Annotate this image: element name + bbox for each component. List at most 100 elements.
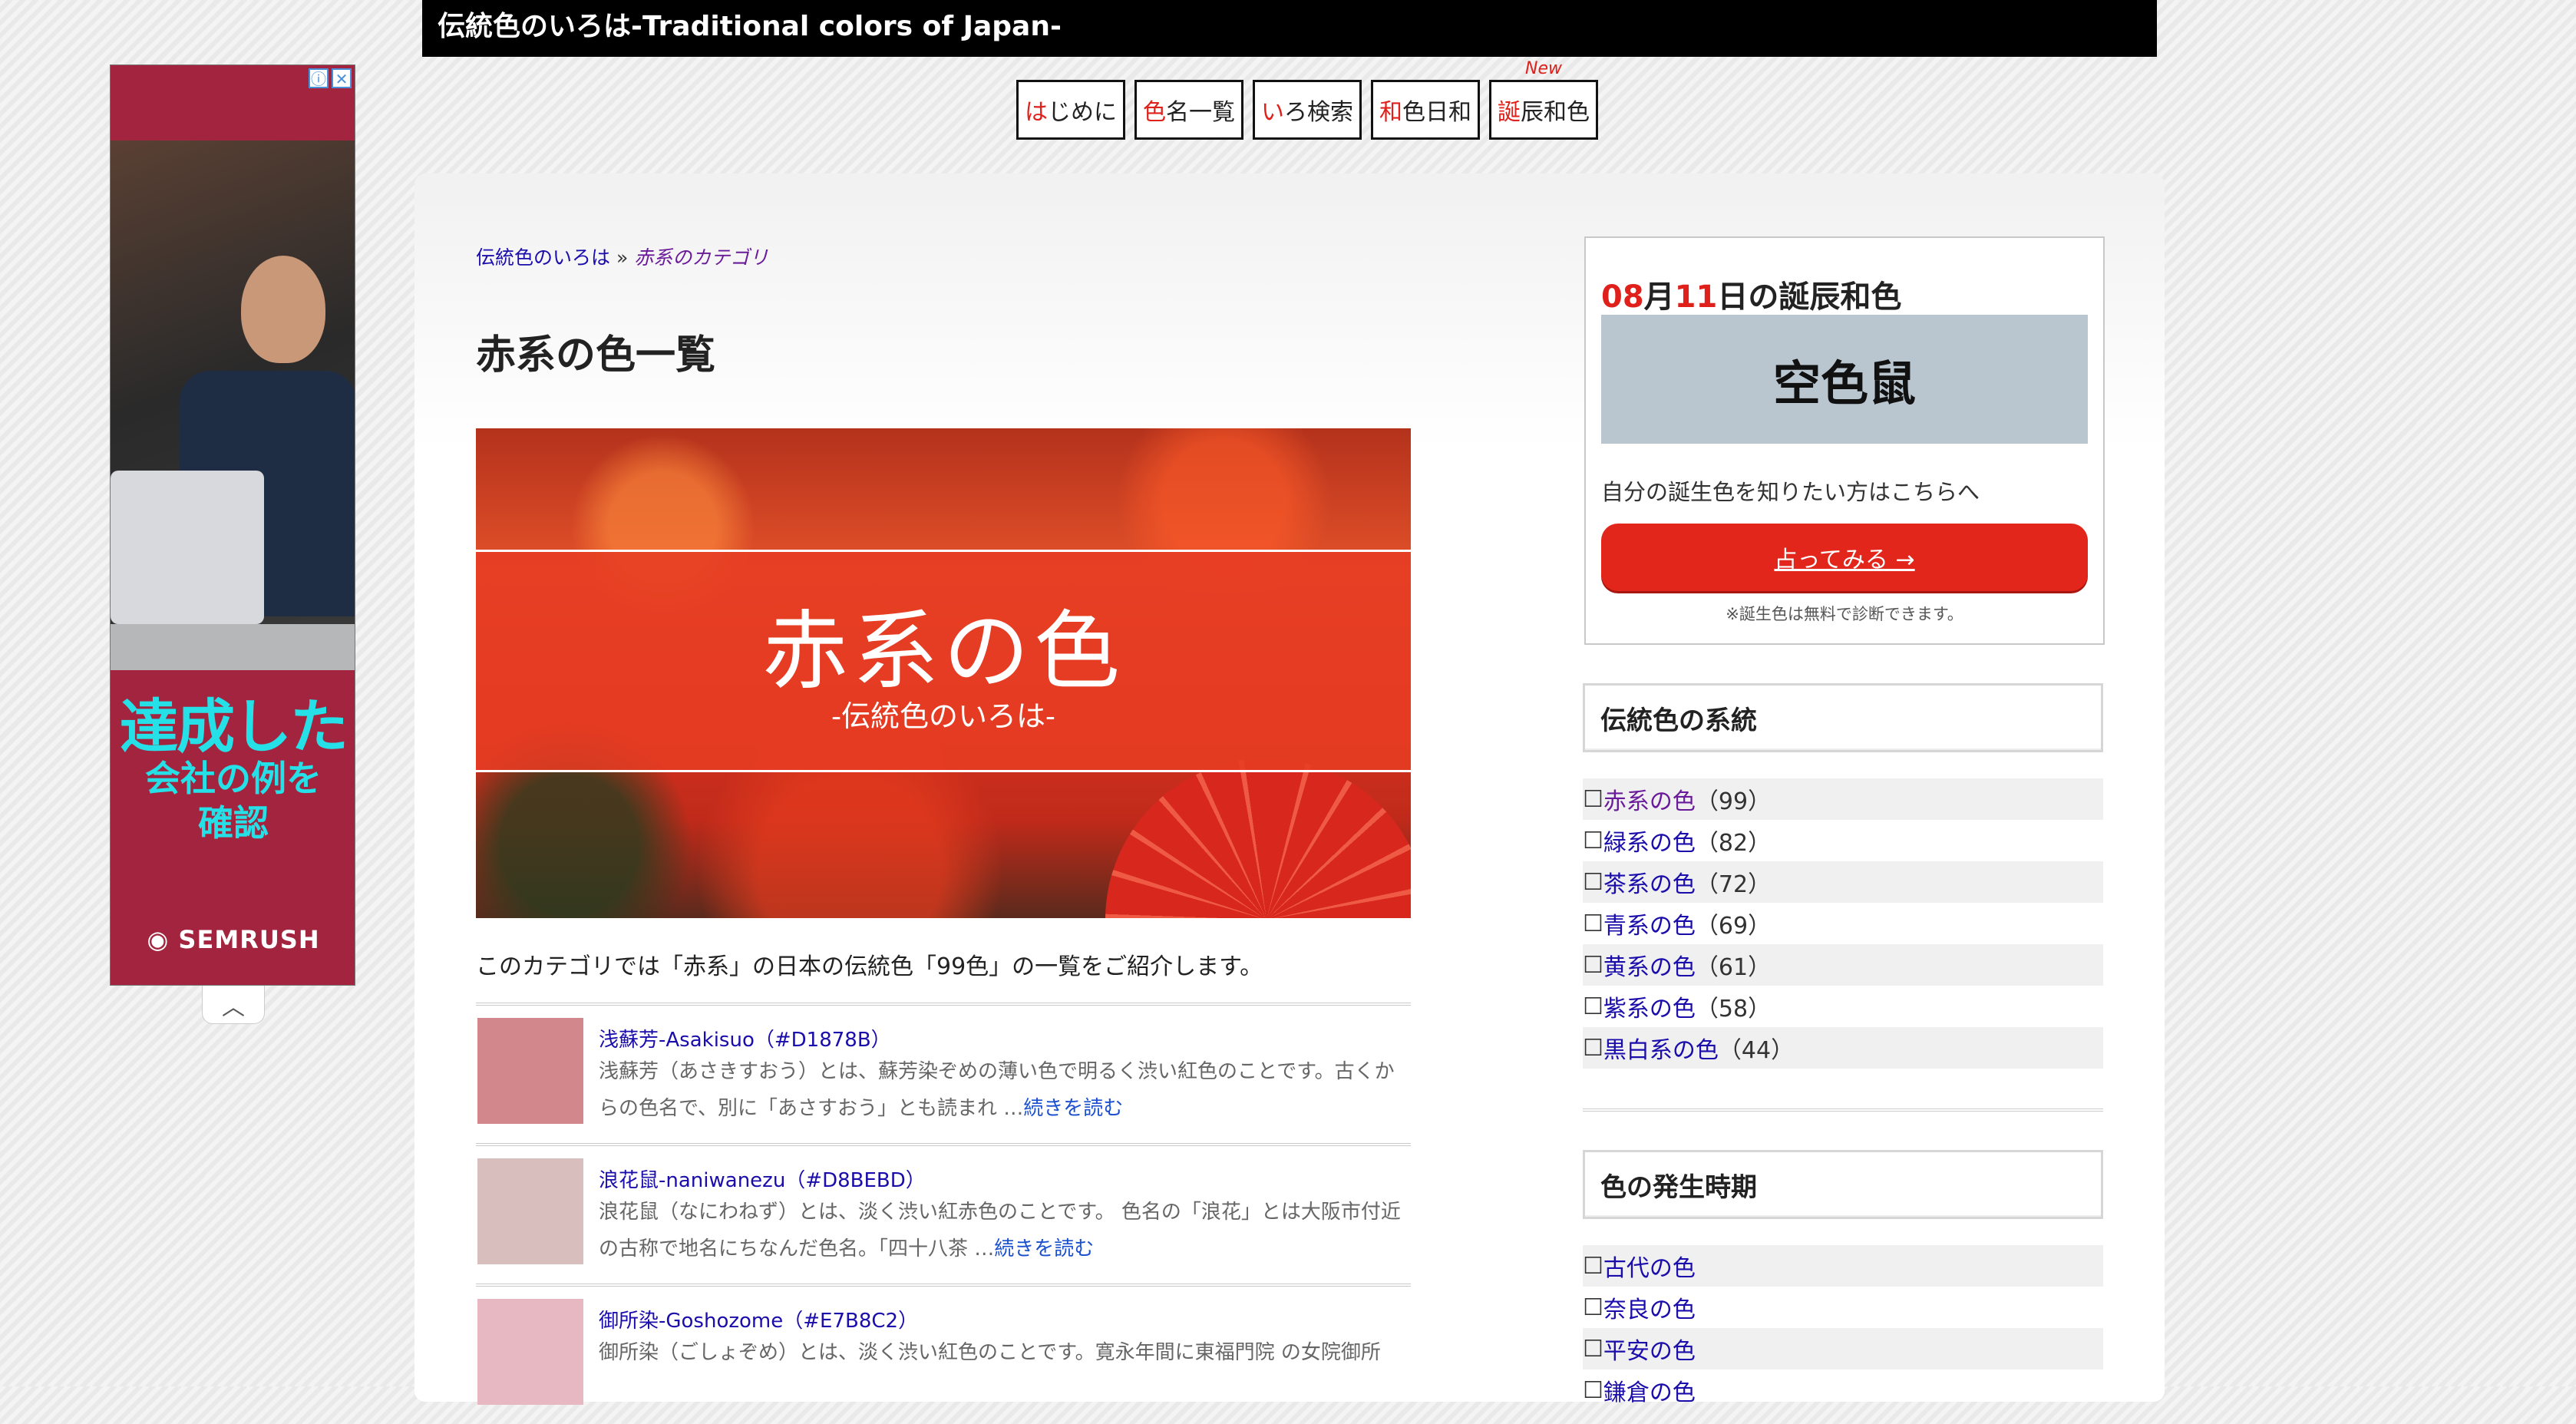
ad-photo xyxy=(111,140,355,670)
nav-item-label: 色日和 xyxy=(1402,99,1471,126)
category-count: （61） xyxy=(1695,954,1772,981)
category-item: ☐ 紫系の色 （58） xyxy=(1583,986,2103,1027)
category-link[interactable]: 茶系の色 xyxy=(1603,865,1696,899)
birthday-color-heading: 08月11日の誕辰和色 xyxy=(1601,272,1901,316)
ad-headline: 達成した xyxy=(120,692,348,761)
checkbox-icon: ☐ xyxy=(1583,1034,1603,1062)
breadcrumb-current-link[interactable]: 赤系のカテゴリ xyxy=(634,246,768,269)
category-link[interactable]: 赤系の色 xyxy=(1603,782,1696,816)
nav-item-initial: い xyxy=(1261,99,1284,126)
era-item: ☐ 鎌倉の色 xyxy=(1583,1369,2103,1411)
ad-brand-logo: ◉ SEMRUSH xyxy=(111,925,355,954)
birthday-color-swatch[interactable]: 空色鼠 xyxy=(1601,315,2088,444)
ad-desk xyxy=(111,624,355,670)
category-count: （99） xyxy=(1695,788,1772,815)
nav-item-color-search[interactable]: いろ検索 xyxy=(1253,80,1362,140)
birthday-color-name: 空色鼠 xyxy=(1772,355,1916,411)
nav-item-label: 名一覧 xyxy=(1166,99,1235,126)
category-count: （44） xyxy=(1718,1037,1795,1064)
nav-item-label: ろ検索 xyxy=(1284,99,1353,126)
nav-item-label: じめに xyxy=(1048,99,1117,126)
nav-item-initial: は xyxy=(1025,99,1048,126)
checkbox-icon: ☐ xyxy=(1583,827,1603,854)
ad-info-icon[interactable]: ⓘ xyxy=(309,68,329,88)
divider xyxy=(1583,1108,2103,1112)
chevron-up-icon: ︿ xyxy=(222,993,245,1021)
hero-title: 赤系の色 xyxy=(762,602,1125,702)
categories-widget-title: 伝統色の系統 xyxy=(1583,683,2103,752)
category-item: ☐ 茶系の色 （72） xyxy=(1583,861,2103,903)
birthday-month: 08 xyxy=(1601,279,1644,315)
nav-item-intro[interactable]: はじめに xyxy=(1016,80,1125,140)
category-link[interactable]: 紫系の色 xyxy=(1603,990,1696,1023)
birthday-note: ※誕生色は無料で診断できます。 xyxy=(1726,605,1963,623)
color-list-item[interactable]: 御所染-Goshozome（#E7B8C2） 御所染（ごしょぞめ）とは、淡く渋い… xyxy=(476,1284,1411,1424)
era-item: ☐ 奈良の色 xyxy=(1583,1287,2103,1328)
nav-item-initial: 誕 xyxy=(1498,99,1521,126)
nav-item-color-list[interactable]: 色名一覧 xyxy=(1134,80,1243,140)
hero-image: 赤系の色 -伝統色のいろは- xyxy=(476,428,1411,918)
semrush-logo-icon: ◉ xyxy=(147,925,179,954)
color-description-text: 浅蘇芳（あさきすおう）とは、蘇芳染ぞめの薄い色で明るく渋い紅色のことです。古くか… xyxy=(599,1060,1395,1120)
era-link[interactable]: 古代の色 xyxy=(1603,1249,1696,1283)
nav-item-wairo-biyori[interactable]: 和色日和 xyxy=(1371,80,1480,140)
color-name-link[interactable]: 浪花鼠-naniwanezu（#D8BEBD） xyxy=(599,1165,926,1193)
ad-brand-name: SEMRUSH xyxy=(178,925,320,954)
checkbox-icon: ☐ xyxy=(1583,1335,1603,1363)
nav-item-birthday-color[interactable]: New 誕辰和色 xyxy=(1489,59,1598,140)
category-item: ☐ 黒白系の色 （44） xyxy=(1583,1027,2103,1069)
ad-choices: ⓘ ✕ xyxy=(309,68,352,88)
color-name-link[interactable]: 御所染-Goshozome（#E7B8C2） xyxy=(599,1305,918,1333)
color-swatch[interactable] xyxy=(477,1018,583,1124)
checkbox-icon: ☐ xyxy=(1583,785,1603,813)
ad-subheadline: 会社の例を 確認 xyxy=(111,756,355,845)
color-list-item[interactable]: 浅蘇芳-Asakisuo（#D1878B） 浅蘇芳（あさきすおう）とは、蘇芳染ぞ… xyxy=(476,1003,1411,1143)
main-nav: はじめに 色名一覧 いろ検索 和色日和 New 誕辰和色 xyxy=(1016,59,1598,144)
fortune-button[interactable]: 占ってみる → xyxy=(1601,524,2088,591)
color-description: 御所染（ごしょぞめ）とは、淡く渋い紅色のことです。寛永年間に東福門院 の女院御所 xyxy=(599,1334,1412,1371)
era-item: ☐ 古代の色 xyxy=(1583,1245,2103,1287)
era-link[interactable]: 奈良の色 xyxy=(1603,1290,1696,1324)
site-title[interactable]: 伝統色のいろは-Traditional colors of Japan- xyxy=(438,8,1062,46)
era-link[interactable]: 鎌倉の色 xyxy=(1603,1373,1696,1407)
era-link[interactable]: 平安の色 xyxy=(1603,1332,1696,1366)
hero-subtitle: -伝統色のいろは- xyxy=(831,699,1055,733)
color-list-item[interactable]: 浪花鼠-naniwanezu（#D8BEBD） 浪花鼠（なにわねず）とは、淡く渋… xyxy=(476,1143,1411,1284)
category-link[interactable]: 緑系の色 xyxy=(1603,824,1696,857)
category-link[interactable]: 青系の色 xyxy=(1603,907,1696,940)
ad-collapse-button[interactable]: ︿ xyxy=(202,986,265,1024)
category-count: （72） xyxy=(1695,871,1772,898)
nav-item-initial: 和 xyxy=(1379,99,1402,126)
new-badge: New xyxy=(1525,59,1562,78)
laptop-icon xyxy=(111,471,264,624)
checkbox-icon: ☐ xyxy=(1583,993,1603,1020)
color-name-link[interactable]: 浅蘇芳-Asakisuo（#D1878B） xyxy=(599,1024,891,1052)
category-link[interactable]: 黒白系の色 xyxy=(1603,1031,1719,1065)
category-item: ☐ 黄系の色 （61） xyxy=(1583,944,2103,986)
category-intro: このカテゴリでは「赤系」の日本の伝統色「99色」の一覧をご紹介します。 xyxy=(476,953,1263,980)
category-item: ☐ 緑系の色 （82） xyxy=(1583,820,2103,861)
birthday-day: 11 xyxy=(1674,279,1718,315)
category-count: （82） xyxy=(1695,830,1772,857)
categories-list: ☐ 赤系の色 （99） ☐ 緑系の色 （82） ☐ 茶系の色 （72） ☐ 青系の色 （69） … xyxy=(1583,778,2103,1069)
color-description: 浅蘇芳（あさきすおう）とは、蘇芳染ぞめの薄い色で明るく渋い紅色のことです。古くか… xyxy=(599,1053,1412,1127)
category-item: ☐ 青系の色 （69） xyxy=(1583,903,2103,944)
checkbox-icon: ☐ xyxy=(1583,1376,1603,1404)
ad-banner[interactable]: ⓘ ✕ 達成した 会社の例を 確認 ◉ SEMRUSH xyxy=(110,64,355,986)
birthday-heading-suffix: の誕辰和色 xyxy=(1748,279,1902,315)
birthday-day-unit: 日 xyxy=(1717,279,1749,315)
breadcrumb-home-link[interactable]: 伝統色のいろは xyxy=(476,246,610,269)
ad-subheadline-line2: 確認 xyxy=(198,802,269,844)
birthday-month-unit: 月 xyxy=(1643,279,1675,315)
read-more-link[interactable]: 続きを読む xyxy=(994,1237,1094,1260)
birthday-prompt-text: 自分の誕生色を知りたい方はこちらへ xyxy=(1601,479,1980,505)
category-link[interactable]: 黄系の色 xyxy=(1603,948,1696,982)
ad-close-icon[interactable]: ✕ xyxy=(332,68,352,88)
checkbox-icon: ☐ xyxy=(1583,910,1603,937)
category-count: （58） xyxy=(1695,996,1772,1023)
breadcrumb: 伝統色のいろは » 赤系のカテゴリ xyxy=(476,243,768,270)
ad-person-head xyxy=(241,256,325,363)
color-swatch[interactable] xyxy=(477,1158,583,1264)
read-more-link[interactable]: 続きを読む xyxy=(1023,1097,1123,1120)
color-swatch[interactable] xyxy=(477,1299,583,1405)
